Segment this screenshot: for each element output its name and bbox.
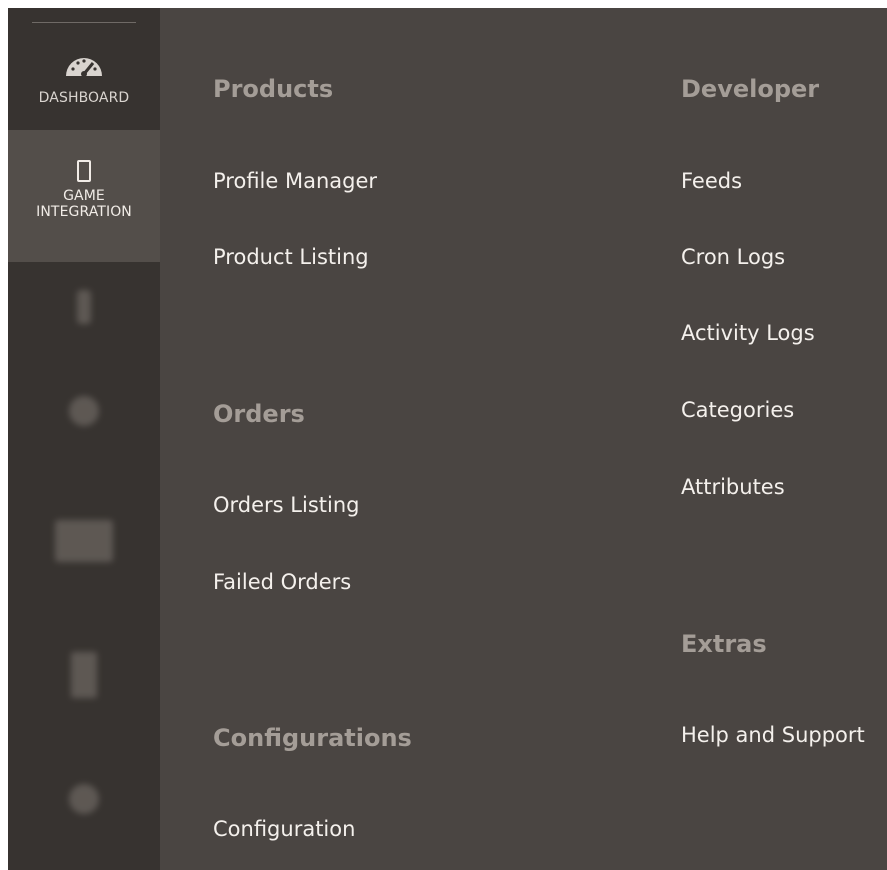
activity-logs-link[interactable]: Activity Logs [681, 321, 815, 345]
orders-listing-link[interactable]: Orders Listing [213, 493, 359, 517]
sidebar-item-label-line2: INTEGRATION [36, 204, 132, 220]
blurred-icon [69, 396, 99, 426]
product-listing-link[interactable]: Product Listing [213, 245, 369, 269]
sidebar-item-label-line1: GAME [63, 188, 105, 204]
sidebar-item-dashboard[interactable]: DASHBOARD [8, 46, 160, 130]
profile-manager-link[interactable]: Profile Manager [213, 169, 377, 193]
blurred-icon [69, 784, 99, 814]
mobile-device-icon [77, 160, 91, 182]
help-and-support-link[interactable]: Help and Support [681, 723, 865, 747]
failed-orders-link[interactable]: Failed Orders [213, 570, 351, 594]
sidebar-item-blurred-5[interactable] [8, 784, 160, 824]
sidebar-divider [32, 22, 136, 23]
extras-heading: Extras [681, 630, 767, 658]
sidebar-item-game-integration[interactable]: GAME INTEGRATION [8, 130, 160, 262]
orders-heading: Orders [213, 400, 305, 428]
dashboard-gauge-icon [66, 58, 102, 77]
products-heading: Products [213, 75, 334, 103]
blurred-icon [71, 652, 97, 698]
developer-heading: Developer [681, 75, 820, 103]
sidebar-item-blurred-3[interactable] [8, 520, 160, 572]
attributes-link[interactable]: Attributes [681, 475, 785, 499]
cron-logs-link[interactable]: Cron Logs [681, 245, 785, 269]
admin-sidebar: DASHBOARD GAME INTEGRATION [8, 8, 160, 870]
sidebar-item-label: DASHBOARD [38, 90, 130, 106]
blurred-icon [55, 520, 113, 562]
blurred-icon [77, 290, 91, 324]
sidebar-item-blurred-1[interactable] [8, 290, 160, 334]
categories-link[interactable]: Categories [681, 398, 794, 422]
configuration-link[interactable]: Configuration [213, 817, 355, 841]
configurations-heading: Configurations [213, 724, 412, 752]
sidebar-item-blurred-4[interactable] [8, 652, 160, 708]
sidebar-item-blurred-2[interactable] [8, 396, 160, 436]
admin-frame: DASHBOARD GAME INTEGRATION Products Prof… [8, 8, 887, 870]
feeds-link[interactable]: Feeds [681, 169, 742, 193]
